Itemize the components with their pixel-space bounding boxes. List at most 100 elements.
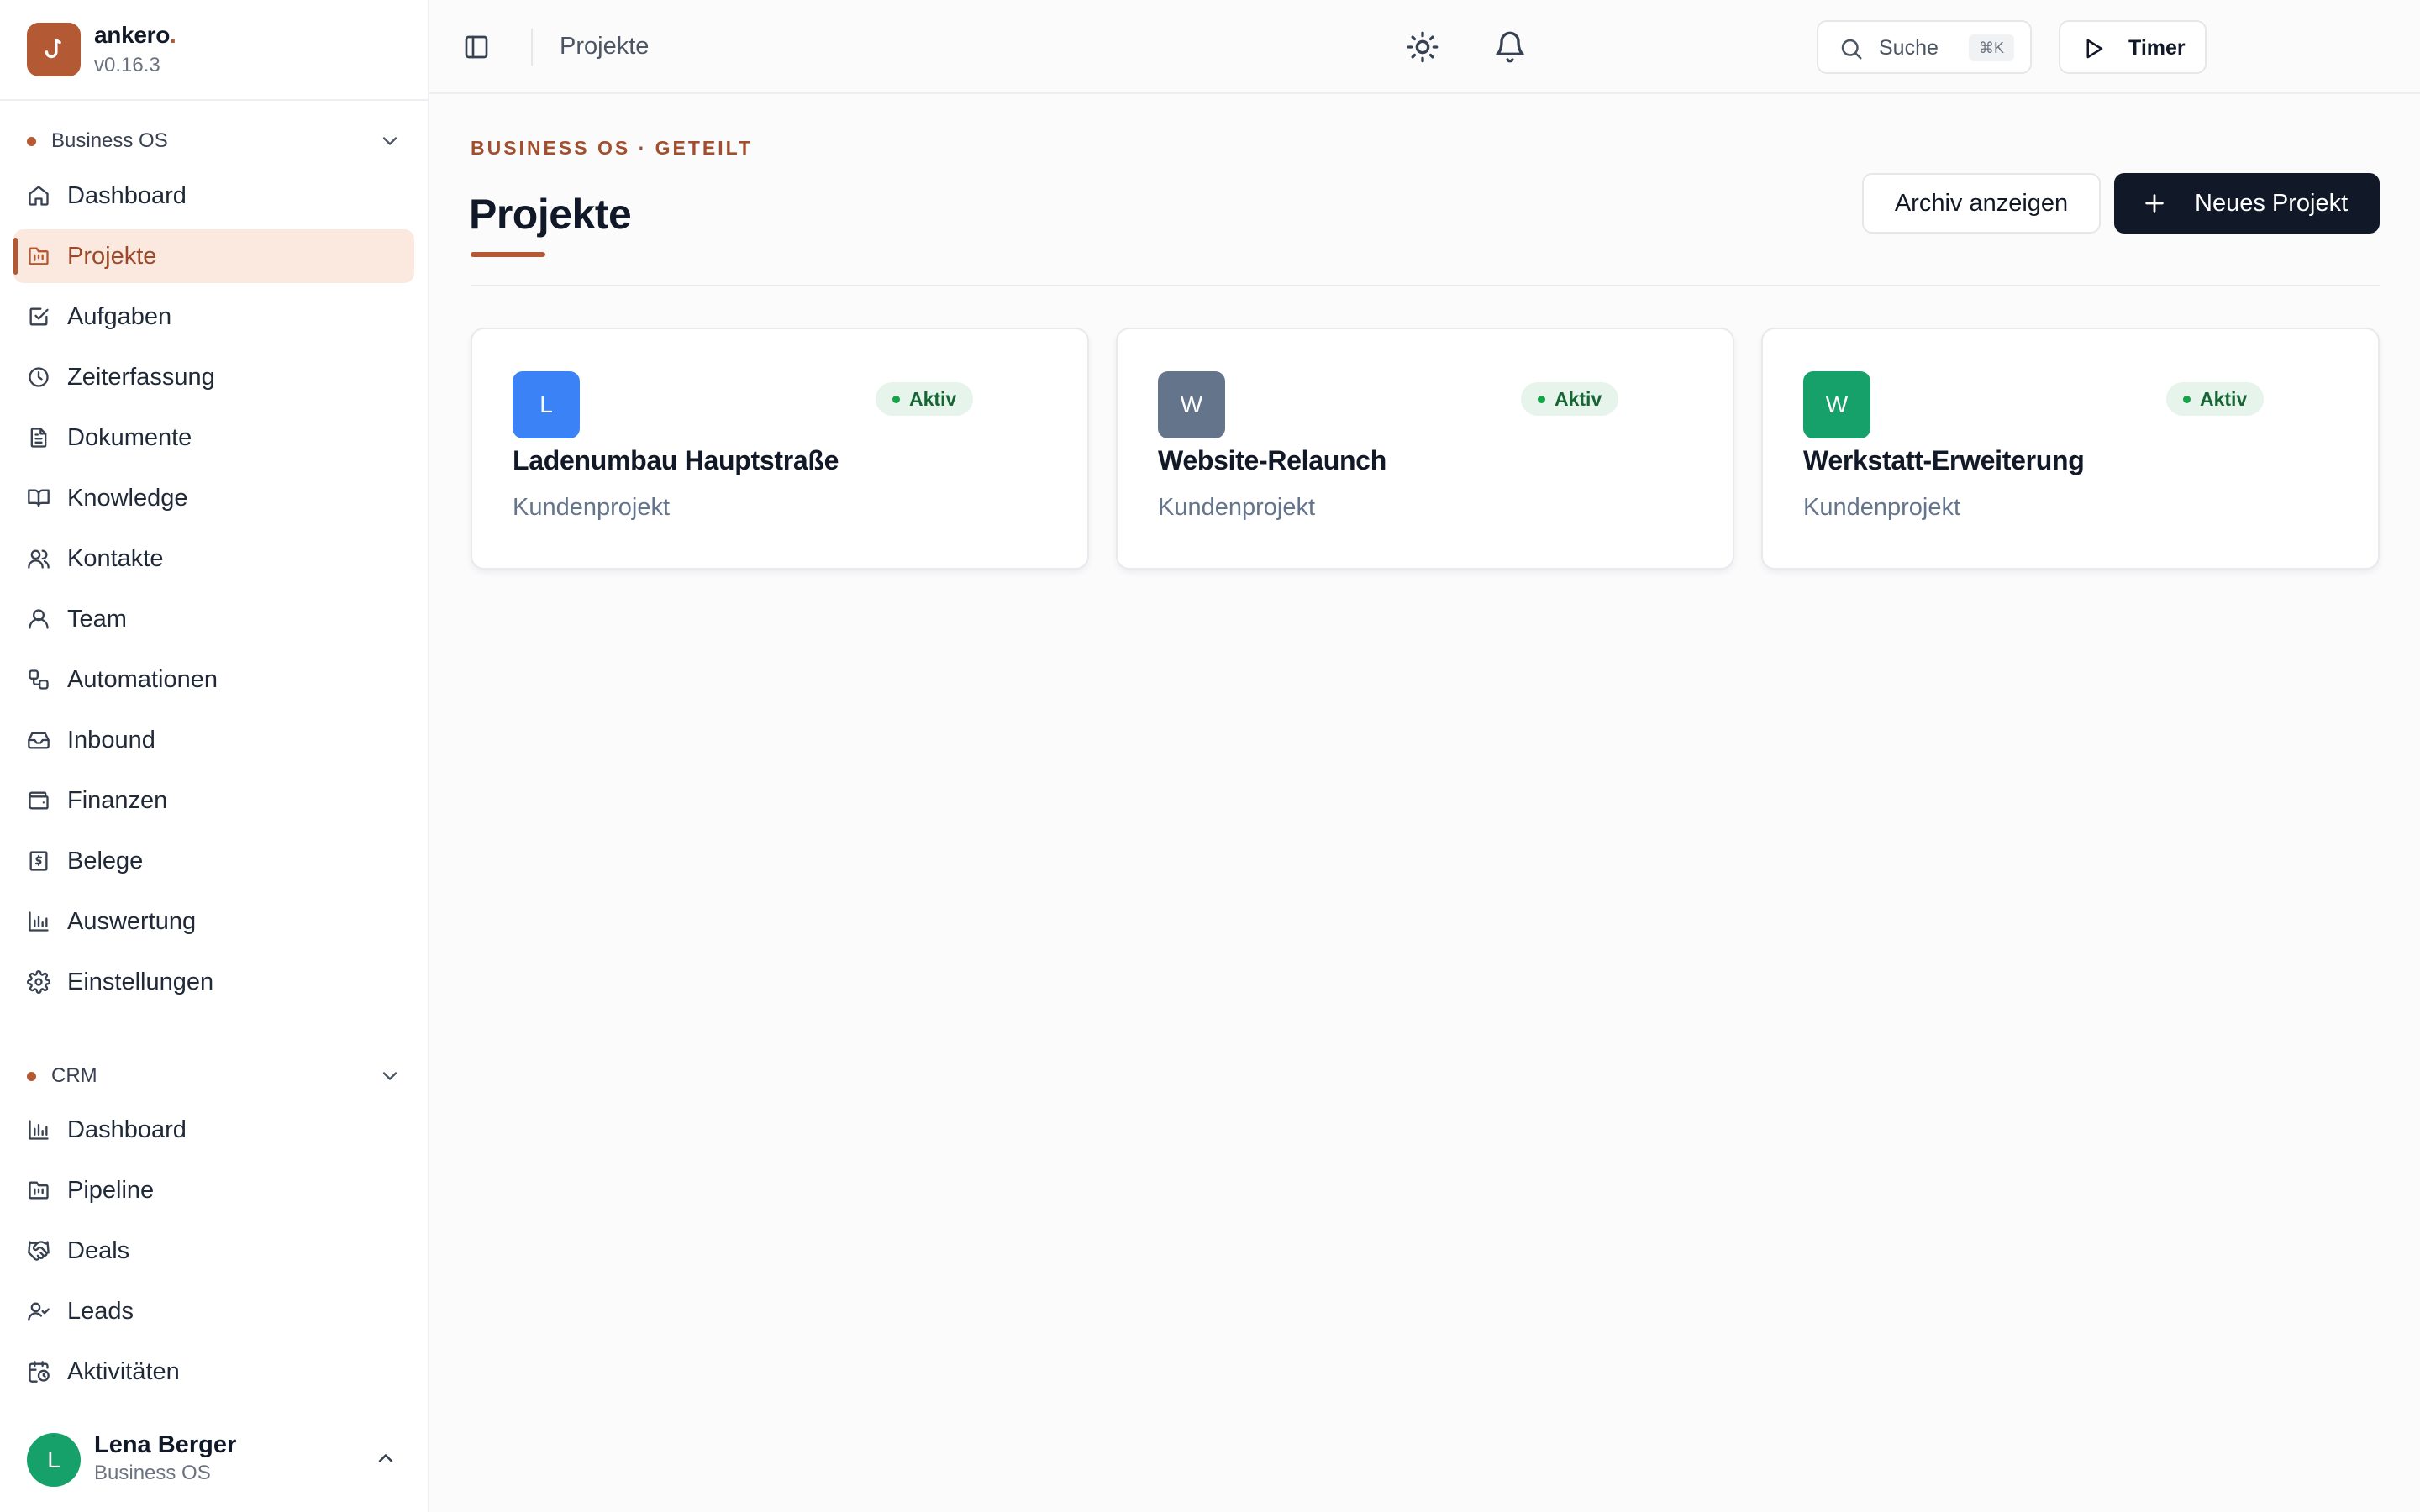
sidebar-item-label: Finanzen — [67, 786, 168, 814]
search-icon — [1841, 39, 1862, 60]
sidebar-item-pipeline[interactable]: Pipeline — [13, 1163, 414, 1217]
play-icon — [2086, 39, 2103, 59]
settings-icon — [27, 970, 50, 994]
sidebar-item-auswertung[interactable]: Auswertung — [13, 895, 414, 948]
nav-group-crm[interactable]: CRM — [27, 1059, 402, 1093]
eyebrow-label: BUSINESS OS · GETEILT — [471, 137, 754, 159]
sidebar-item-projekte[interactable]: Projekte — [13, 229, 414, 283]
user-check-icon — [28, 1302, 50, 1321]
show-archive-button[interactable]: Archiv anzeigen — [1862, 173, 2101, 234]
sidebar-item-label: Pipeline — [67, 1176, 155, 1204]
user-name: Lena Berger — [94, 1431, 237, 1458]
sidebar-item-kontakte[interactable]: Kontakte — [13, 532, 414, 585]
app-name: ankero. — [94, 22, 176, 48]
bar-chart-icon — [29, 1120, 49, 1140]
clock-icon — [29, 367, 49, 387]
project-card[interactable]: W Aktiv Website-Relaunch Kundenprojekt — [1116, 328, 1734, 570]
bell-icon[interactable] — [1493, 30, 1527, 64]
search-label: Suche — [1879, 36, 1939, 60]
project-avatar: L — [513, 371, 580, 438]
app-logo[interactable] — [27, 23, 81, 76]
timer-label: Timer — [2128, 36, 2186, 60]
workflow-icon — [29, 669, 49, 690]
project-card[interactable]: W Aktiv Werkstatt-Erweiterung Kundenproj… — [1761, 328, 2380, 570]
sidebar-item-deals[interactable]: Deals — [13, 1224, 414, 1278]
sidebar-item-label: Team — [67, 605, 127, 633]
project-title: Werkstatt-Erweiterung — [1803, 445, 2085, 475]
sidebar-item-leads[interactable]: Leads — [13, 1284, 414, 1338]
sidebar-item-label: Belege — [67, 847, 144, 874]
sidebar-item-label: Dashboard — [67, 1116, 187, 1143]
project-type: Kundenprojekt — [1158, 494, 1316, 521]
sidebar-item-dashboard[interactable]: Dashboard — [13, 169, 414, 223]
user-menu[interactable]: L Lena Berger Business OS — [0, 1428, 428, 1512]
status-badge: Aktiv — [1521, 382, 1619, 416]
sidebar-item-label: Automationen — [67, 665, 218, 693]
sidebar-item-label: Dashboard — [67, 181, 187, 209]
user-workspace: Business OS — [94, 1462, 211, 1484]
sidebar-item-knowledge[interactable]: Knowledge — [13, 471, 414, 525]
sidebar-item-label: Projekte — [67, 242, 157, 270]
avatar: L — [27, 1433, 81, 1487]
project-type: Kundenprojekt — [513, 494, 671, 521]
sidebar-item-team[interactable]: Team — [13, 592, 414, 646]
user-round-icon — [29, 609, 49, 629]
sidebar-item-label: Inbound — [67, 726, 155, 753]
nav-group-business-os[interactable]: Business OS — [27, 124, 402, 158]
sidebar-item-aufgaben[interactable]: Aufgaben — [13, 290, 414, 344]
sidebar-item-einstellungen[interactable]: Einstellungen — [13, 955, 414, 1009]
shortcut-hint: ⌘K — [1969, 34, 2015, 61]
group-dot — [27, 136, 36, 146]
sidebar-toggle-icon[interactable] — [463, 34, 490, 60]
sidebar-item-label: Dokumente — [67, 423, 192, 451]
search-button[interactable]: Suche ⌘K — [1817, 20, 2032, 74]
anchor-icon — [45, 38, 61, 59]
nav-group-label: Business OS — [51, 129, 168, 152]
plus-icon — [2145, 194, 2164, 213]
timer-button[interactable]: Timer — [2059, 20, 2207, 74]
group-dot — [27, 1071, 36, 1081]
sidebar-item-aktivitaeten[interactable]: Aktivitäten — [13, 1345, 414, 1399]
inbox-icon — [28, 732, 50, 749]
new-project-button[interactable]: Neues Projekt — [2114, 173, 2380, 234]
project-avatar: W — [1158, 371, 1225, 438]
divider — [531, 29, 533, 66]
sidebar-item-inbound[interactable]: Inbound — [13, 713, 414, 767]
check-square-icon — [29, 307, 49, 326]
sidebar-item-label: Aktivitäten — [67, 1357, 180, 1385]
nav-group-label: CRM — [51, 1064, 97, 1087]
project-title: Website-Relaunch — [1158, 445, 1386, 475]
file-text-icon — [30, 428, 47, 448]
sidebar-item-crm-dashboard[interactable]: Dashboard — [13, 1103, 414, 1157]
sidebar-item-finanzen[interactable]: Finanzen — [13, 774, 414, 827]
project-type: Kundenprojekt — [1803, 494, 1961, 521]
theme-toggle-icon[interactable] — [1406, 30, 1439, 64]
sidebar-item-dokumente[interactable]: Dokumente — [13, 411, 414, 465]
wallet-icon — [29, 791, 49, 810]
chevron-up-icon[interactable] — [374, 1446, 397, 1470]
sidebar-item-label: Zeiterfassung — [67, 363, 215, 391]
chevron-down-icon[interactable] — [378, 129, 402, 153]
project-avatar: W — [1803, 371, 1870, 438]
book-open-icon — [28, 489, 50, 507]
chevron-down-icon[interactable] — [378, 1064, 402, 1088]
receipt-icon — [29, 851, 48, 871]
top-bar: Projekte Suche ⌘K Timer — [429, 0, 2420, 94]
sidebar-item-label: Aufgaben — [67, 302, 172, 330]
project-card[interactable]: L Aktiv Ladenumbau Hauptstraße Kundenpro… — [471, 328, 1089, 570]
sidebar-item-zeiterfassung[interactable]: Zeiterfassung — [13, 350, 414, 404]
brand-header: ankero. v0.16.3 — [0, 0, 428, 101]
users-icon — [28, 549, 50, 569]
project-title: Ladenumbau Hauptstraße — [513, 445, 839, 475]
sidebar-item-label: Deals — [67, 1236, 130, 1264]
new-project-label: Neues Projekt — [2195, 190, 2349, 217]
sidebar-item-label: Auswertung — [67, 907, 197, 935]
sidebar-item-automationen[interactable]: Automationen — [13, 653, 414, 706]
home-icon — [29, 186, 49, 206]
sidebar-item-belege[interactable]: Belege — [13, 834, 414, 888]
sidebar-item-label: Einstellungen — [67, 968, 214, 995]
status-badge: Aktiv — [876, 382, 974, 416]
app-version: v0.16.3 — [94, 54, 160, 76]
breadcrumb: Projekte — [560, 33, 650, 60]
sidebar: ankero. v0.16.3 Business OS Dashboard Pr… — [0, 0, 429, 1512]
